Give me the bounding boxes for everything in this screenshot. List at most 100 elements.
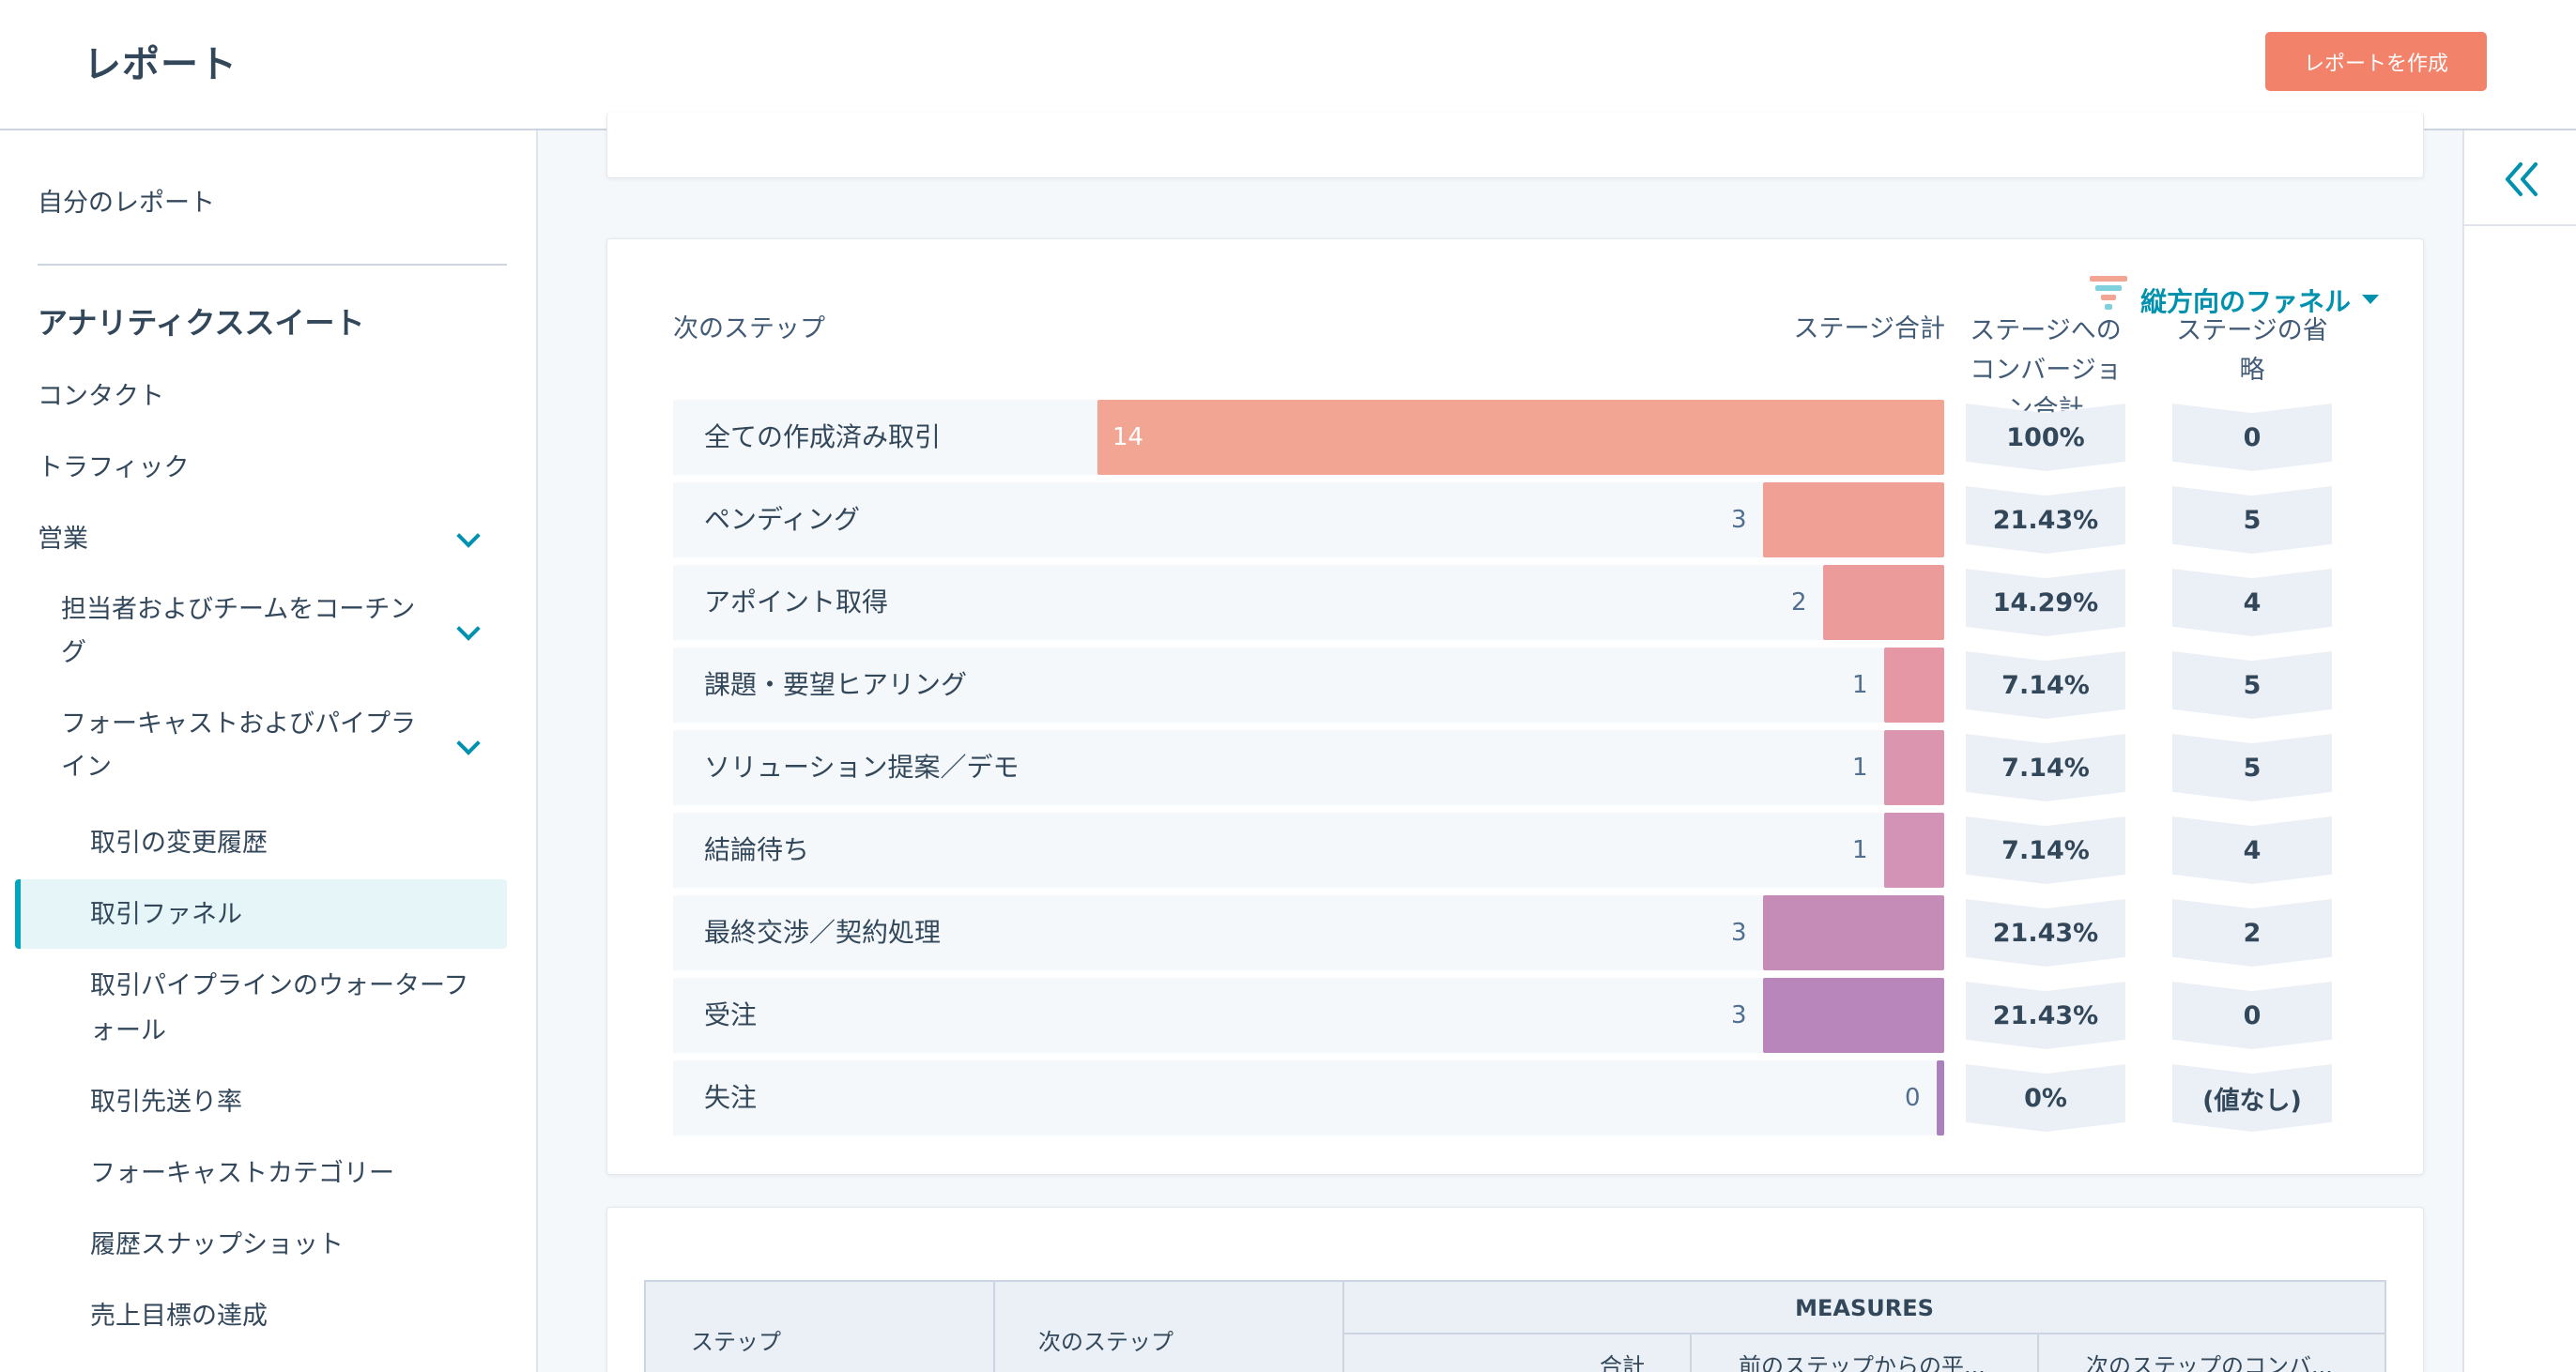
skipped-stage-badge: 5	[2172, 486, 2332, 554]
funnel-row-label: 失注	[704, 1082, 758, 1113]
conversion-rate-badge: 21.43%	[1966, 982, 2125, 1049]
table-divider	[1690, 1334, 1692, 1372]
funnel-bar[interactable]	[1823, 565, 1944, 640]
sidebar-item-history-snapshot[interactable]: 履歴スナップショット	[90, 1223, 344, 1267]
sidebar-item-label: グ	[61, 638, 86, 667]
sidebar-item-sales[interactable]: 営業	[38, 517, 88, 561]
funnel-bar-value: 14	[1112, 423, 1144, 451]
funnel-bar-value: 3	[1731, 1001, 1747, 1029]
table-divider	[2037, 1334, 2039, 1372]
funnel-bar-value: 3	[1731, 506, 1747, 534]
conversion-rate-badge: 21.43%	[1966, 486, 2125, 554]
column-header-line: コンバージョ	[1970, 356, 2122, 385]
sidebar-item-deal-change-history[interactable]: 取引の変更履歴	[90, 821, 268, 865]
chevron-down-icon[interactable]	[456, 731, 481, 755]
funnel-row-label: ペンディング	[704, 504, 861, 535]
conversion-rate-badge: 0%	[1966, 1064, 2125, 1132]
funnel-bar[interactable]	[1763, 978, 1944, 1053]
column-header-line: ステージへの	[1970, 316, 2122, 345]
create-report-button[interactable]: レポートを作成	[2265, 32, 2487, 91]
funnel-bar[interactable]	[1937, 1060, 1944, 1136]
sidebar-item-sales-goal[interactable]: 売上目標の達成	[90, 1294, 268, 1338]
funnel-row-label: 受注	[704, 999, 758, 1030]
caret-down-icon[interactable]	[2362, 295, 2379, 304]
chevron-down-icon[interactable]	[456, 617, 481, 641]
funnel-row-label: 課題・要望ヒアリング	[704, 669, 968, 700]
sidebar-item-label: 担当者およびチームをコーチン	[61, 595, 416, 624]
table-header-avg-from-prev[interactable]: 前のステップからの平...	[1739, 1348, 1986, 1372]
table-header-total[interactable]: 合計	[1600, 1348, 1645, 1372]
conversion-rate-badge: 7.14%	[1966, 816, 2125, 884]
sidebar-item-forecast-pipeline[interactable]: フォーキャストおよびパイプラ イン	[61, 703, 416, 789]
funnel-row[interactable]	[673, 813, 1944, 888]
data-table: ステップ 次のステップ MEASURES 合計 前のステップからの平... 次の…	[644, 1280, 2386, 1372]
funnel-row[interactable]	[673, 482, 1944, 557]
funnel-row[interactable]	[673, 1060, 1944, 1136]
funnel-bar-value: 3	[1731, 919, 1747, 947]
panel-divider	[2464, 224, 2576, 226]
funnel-bar-value: 1	[1852, 671, 1868, 699]
conversion-rate-badge: 14.29%	[1966, 569, 2125, 636]
sidebar-heading-analytics-suite: アナリティクススイート	[38, 305, 365, 341]
table-header-next-step[interactable]: 次のステップ	[1038, 1323, 1173, 1356]
sidebar-item-coaching[interactable]: 担当者およびチームをコーチン グ	[61, 588, 415, 675]
funnel-bar[interactable]	[1884, 648, 1944, 723]
sidebar-item-pipeline-waterfall[interactable]: 取引パイプラインのウォーターフ ォール	[90, 964, 468, 1054]
column-header-line: ステージの省	[2176, 316, 2328, 345]
sidebar-item-deal-funnel[interactable]: 取引ファネル	[90, 892, 242, 937]
right-collapse-panel	[2462, 130, 2576, 1372]
skipped-stage-badge: 5	[2172, 734, 2332, 801]
double-chevron-left-icon[interactable]	[2502, 159, 2543, 200]
sidebar-item-traffic[interactable]: トラフィック	[38, 446, 189, 490]
sidebar: 自分のレポート アナリティクススイート コンタクト トラフィック 営業 担当者お…	[0, 130, 538, 1372]
conversion-rate-badge: 7.14%	[1966, 734, 2125, 801]
funnel-bar-value: 1	[1852, 836, 1868, 864]
sidebar-item-contacts[interactable]: コンタクト	[38, 374, 164, 419]
funnel-row-label: アポイント取得	[704, 587, 889, 617]
column-header-next-step: 次のステップ	[673, 314, 825, 343]
funnel-bar[interactable]	[1884, 730, 1944, 805]
sidebar-item-deal-push-rate[interactable]: 取引先送り率	[90, 1080, 242, 1124]
skipped-stage-badge: 4	[2172, 816, 2332, 884]
skipped-stage-badge: 0	[2172, 404, 2332, 471]
sidebar-item-label: 取引パイプラインのウォーターフ	[90, 971, 469, 1000]
sidebar-active-highlight	[15, 879, 507, 949]
column-header-stage-total: ステージ合計	[1793, 314, 1945, 343]
app-header: レポート レポートを作成	[0, 0, 2576, 130]
conversion-rate-badge: 21.43%	[1966, 899, 2125, 967]
funnel-bar-value: 1	[1852, 754, 1868, 782]
funnel-row-label: 全ての作成済み取引	[704, 421, 942, 452]
funnel-row-label: 最終交渉／契約処理	[704, 917, 942, 948]
table-header-conv-to-next[interactable]: 次のステップのコンバ...	[2086, 1348, 2333, 1372]
table-divider	[993, 1282, 995, 1372]
sidebar-item-label: イン	[61, 753, 112, 782]
funnel-bar[interactable]	[1763, 482, 1944, 557]
column-header-line: 略	[2239, 356, 2265, 385]
table-divider	[1342, 1333, 2386, 1334]
page-title: レポート	[84, 43, 238, 86]
sidebar-divider	[38, 264, 507, 266]
skipped-stage-badge: (値なし)	[2172, 1064, 2332, 1132]
chevron-down-icon[interactable]	[456, 524, 481, 548]
column-header-skipped: ステージの省 略	[2172, 312, 2332, 390]
sidebar-item-label: フォーキャストおよびパイプラ	[61, 709, 416, 739]
conversion-rate-badge: 7.14%	[1966, 651, 2125, 719]
funnel-row[interactable]	[673, 978, 1944, 1053]
skipped-stage-badge: 2	[2172, 899, 2332, 967]
table-header-step[interactable]: ステップ	[691, 1323, 781, 1356]
funnel-icon	[2090, 276, 2127, 310]
funnel-bar[interactable]	[1763, 895, 1944, 970]
report-card-previous	[606, 113, 2424, 178]
funnel-bar[interactable]	[1097, 400, 1944, 475]
funnel-bar-value: 0	[1905, 1084, 1921, 1112]
sidebar-item-forecast-category[interactable]: フォーキャストカテゴリー	[90, 1151, 394, 1196]
funnel-bar-value: 2	[1791, 588, 1807, 617]
skipped-stage-badge: 5	[2172, 651, 2332, 719]
funnel-row-label: ソリューション提案／デモ	[704, 752, 1020, 783]
funnel-bar[interactable]	[1884, 813, 1944, 888]
funnel-row-label: 結論待ち	[704, 834, 810, 865]
sidebar-item-label: ォール	[90, 1016, 166, 1045]
conversion-rate-badge: 100%	[1966, 404, 2125, 471]
sidebar-item-my-reports[interactable]: 自分のレポート	[38, 181, 215, 225]
table-header-measures: MEASURES	[1795, 1295, 1934, 1321]
